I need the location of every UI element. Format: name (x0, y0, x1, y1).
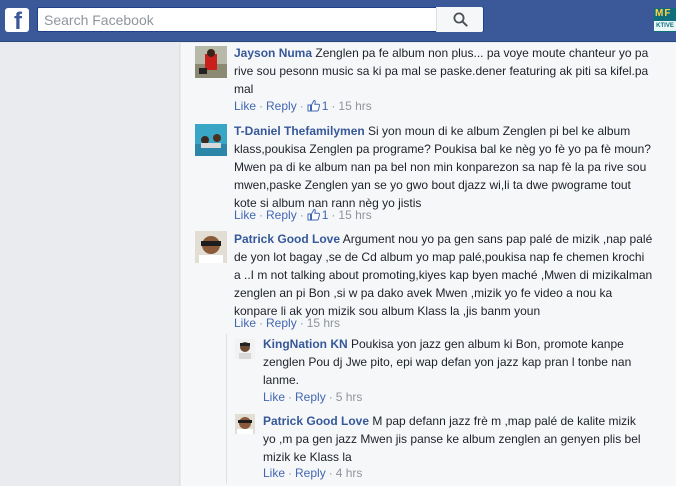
reply-link[interactable]: Reply (266, 99, 297, 113)
comment-author-link[interactable]: T-Daniel Thefamilymen (234, 124, 365, 138)
reply-text: KingNation KN Poukisa yon jazz gen album… (263, 335, 643, 389)
like-thumb-icon (307, 99, 320, 112)
avatar[interactable] (195, 46, 227, 78)
reply-timestamp[interactable]: 4 hrs (336, 466, 363, 480)
avatar-photo-icon (235, 414, 255, 434)
like-link[interactable]: Like (263, 466, 285, 480)
avatar[interactable] (195, 231, 227, 263)
avatar[interactable] (235, 414, 255, 434)
search-icon (453, 12, 468, 27)
facebook-logo-letter: f (14, 8, 22, 33)
search-input[interactable] (38, 8, 438, 31)
search-box (37, 7, 484, 32)
reply-thread-line (226, 334, 227, 484)
comment-timestamp[interactable]: 15 hrs (338, 99, 371, 113)
reply-link[interactable]: Reply (266, 316, 297, 330)
like-link[interactable]: Like (234, 99, 256, 113)
search-button[interactable] (436, 7, 483, 32)
top-navigation-bar: f MF KTIVE (0, 0, 676, 42)
reply-link[interactable]: Reply (295, 466, 326, 480)
like-thumb-icon (307, 208, 320, 221)
facebook-logo-icon[interactable]: f (5, 8, 29, 32)
comment-actions: Like · Reply · 1 · 15 hrs (234, 208, 372, 222)
avatar[interactable] (235, 339, 255, 359)
comment-author-link[interactable]: Jayson Numa (234, 46, 312, 60)
comment-text: Jayson Numa Zenglen pa fe album non plus… (234, 44, 654, 98)
left-gutter (0, 43, 180, 486)
reply-author-link[interactable]: KingNation KN (263, 337, 348, 351)
reply-link[interactable]: Reply (295, 390, 326, 404)
like-link[interactable]: Like (234, 208, 256, 222)
page-logo-icon[interactable]: MF KTIVE (654, 8, 676, 32)
avatar[interactable] (195, 124, 227, 156)
reply-link[interactable]: Reply (266, 208, 297, 222)
comment-text: T-Daniel Thefamilymen Si yon moun di ke … (234, 122, 654, 212)
page-logo-top-text: MF (655, 8, 672, 19)
comment-text: Patrick Good Love Argument nou yo pa gen… (234, 230, 654, 320)
reply-text: Patrick Good Love M pap defann jazz frè … (263, 412, 643, 466)
comment-timestamp[interactable]: 15 hrs (338, 208, 371, 222)
comment-timestamp[interactable]: 15 hrs (307, 316, 340, 330)
comment-actions: Like · Reply · 15 hrs (234, 316, 341, 330)
comment-author-link[interactable]: Patrick Good Love (234, 232, 340, 246)
avatar-photo-icon (195, 46, 227, 78)
like-link[interactable]: Like (234, 316, 256, 330)
avatar-photo-icon (195, 231, 227, 263)
like-link[interactable]: Like (263, 390, 285, 404)
page-logo-bottom-text: KTIVE (654, 21, 676, 31)
comment-actions: Like · Reply · 1 · 15 hrs (234, 99, 372, 113)
reply-timestamp[interactable]: 5 hrs (336, 390, 363, 404)
avatar-photo-icon (235, 339, 255, 359)
reply-author-link[interactable]: Patrick Good Love (263, 414, 369, 428)
reply-actions: Like · Reply · 5 hrs (263, 390, 363, 404)
reply-actions: Like · Reply · 4 hrs (263, 466, 363, 480)
avatar-photo-icon (195, 124, 227, 156)
